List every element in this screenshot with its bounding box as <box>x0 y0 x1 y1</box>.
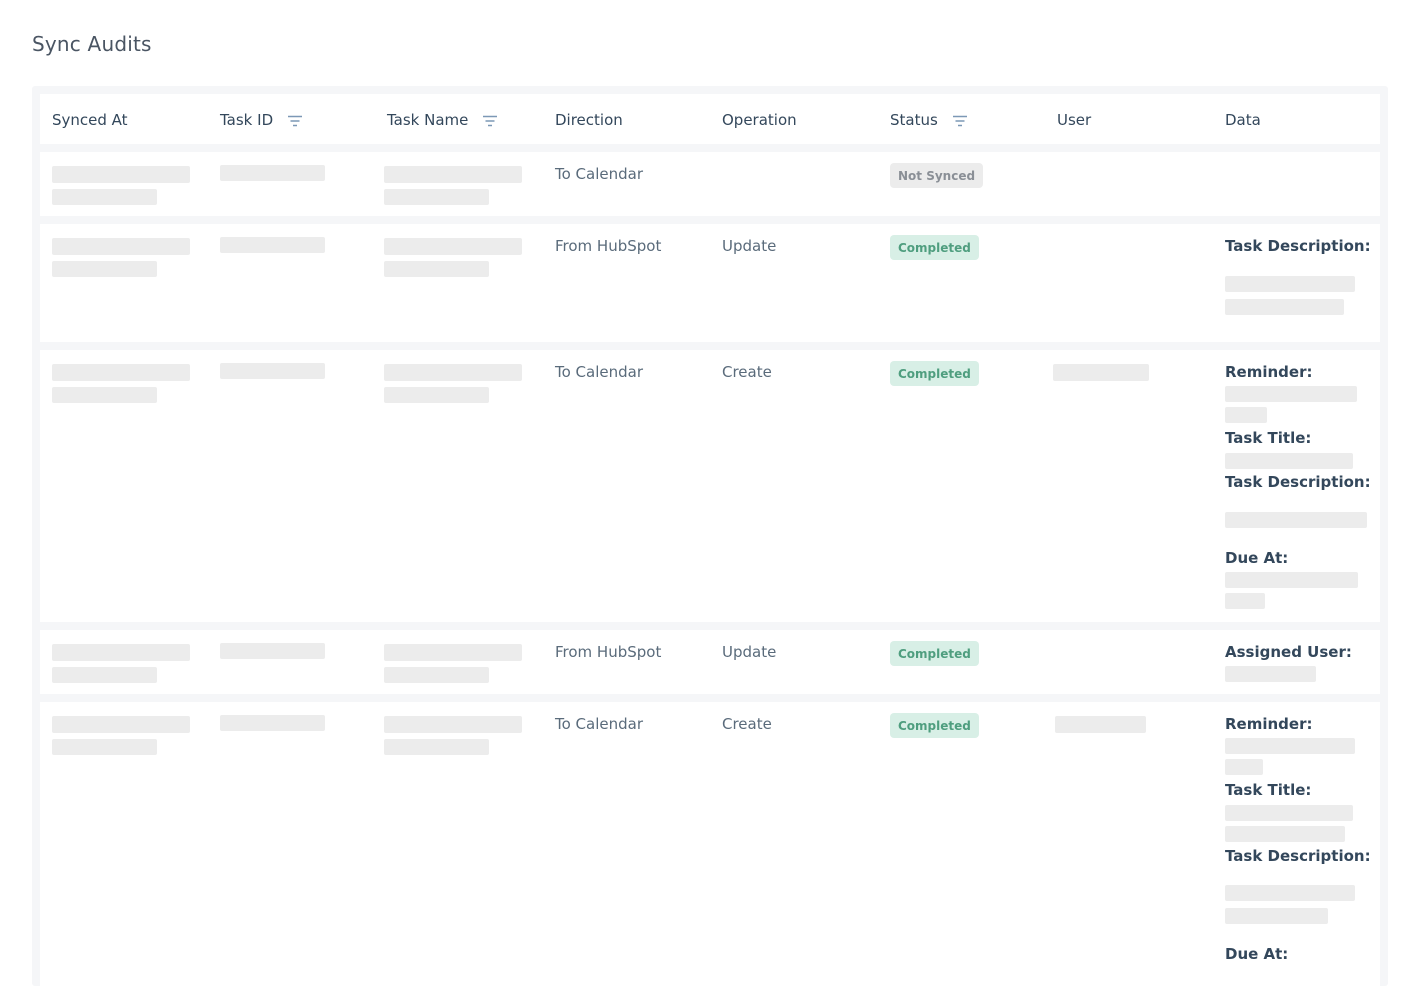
status-badge: Completed <box>890 361 979 386</box>
data-value-placeholder <box>1225 407 1267 423</box>
data-value-placeholder <box>1225 386 1357 402</box>
data-value-placeholder <box>1225 453 1353 469</box>
synced-at-placeholder <box>52 644 190 661</box>
header-synced-at[interactable]: Synced At <box>52 111 128 129</box>
filter-icon[interactable] <box>483 115 498 127</box>
task-name-placeholder <box>384 644 522 661</box>
task-id-placeholder <box>220 237 325 253</box>
data-label-reminder: Reminder: <box>1225 363 1313 381</box>
data-value-placeholder <box>1225 512 1367 528</box>
data-label-task-title: Task Title: <box>1225 781 1312 799</box>
data-label-task-description: Task Description: <box>1225 237 1371 255</box>
task-name-placeholder <box>384 739 489 755</box>
table-row[interactable]: To Calendar Create Completed Reminder: T… <box>40 702 1380 1002</box>
synced-at-placeholder <box>52 667 157 683</box>
data-value-placeholder <box>1225 572 1358 588</box>
task-name-placeholder <box>384 364 522 381</box>
header-operation[interactable]: Operation <box>722 111 797 129</box>
status-badge: Completed <box>890 235 979 260</box>
operation-cell: Update <box>722 643 777 661</box>
data-value-placeholder <box>1225 276 1355 292</box>
operation-cell: Create <box>722 715 772 733</box>
synced-at-placeholder <box>52 166 190 183</box>
direction-cell: To Calendar <box>555 363 644 381</box>
task-name-placeholder <box>384 238 522 255</box>
synced-at-placeholder <box>52 261 157 277</box>
header-direction[interactable]: Direction <box>555 111 623 129</box>
operation-cell: Create <box>722 363 772 381</box>
direction-cell: To Calendar <box>555 715 644 733</box>
synced-at-placeholder <box>52 189 157 205</box>
synced-at-placeholder <box>52 364 190 381</box>
direction-cell: To Calendar <box>555 165 644 183</box>
table-row[interactable]: From HubSpot Update Completed Assigned U… <box>40 630 1380 694</box>
synced-at-placeholder <box>52 739 157 755</box>
table-row[interactable]: To Calendar Create Completed Reminder: T… <box>40 350 1380 622</box>
filter-icon[interactable] <box>952 115 967 127</box>
data-value-placeholder <box>1225 885 1355 901</box>
header-status-label: Status <box>890 111 938 129</box>
data-value-placeholder <box>1225 759 1263 775</box>
user-placeholder <box>1055 716 1146 733</box>
task-id-placeholder <box>220 363 325 379</box>
data-value-placeholder <box>1225 738 1355 754</box>
task-name-placeholder <box>384 166 522 183</box>
task-id-placeholder <box>220 715 325 731</box>
data-label-due-at: Due At: <box>1225 945 1289 963</box>
table-row[interactable]: To Calendar Not Synced <box>40 152 1380 216</box>
task-name-placeholder <box>384 189 489 205</box>
synced-at-placeholder <box>52 387 157 403</box>
data-label-reminder: Reminder: <box>1225 715 1313 733</box>
synced-at-placeholder <box>52 238 190 255</box>
page-title: Sync Audits <box>32 32 152 56</box>
user-placeholder <box>1053 364 1149 381</box>
task-id-placeholder <box>220 643 325 659</box>
sync-audits-table: Synced At Task ID Task Name Direction Op… <box>32 86 1388 1002</box>
data-value-placeholder <box>1225 666 1316 682</box>
data-label-task-description: Task Description: <box>1225 473 1371 491</box>
data-value-placeholder <box>1225 593 1265 609</box>
data-label-task-title: Task Title: <box>1225 429 1312 447</box>
status-badge: Completed <box>890 641 979 666</box>
header-task-id[interactable]: Task ID <box>220 111 302 129</box>
operation-cell: Update <box>722 237 777 255</box>
data-label-assigned-user: Assigned User: <box>1225 643 1352 661</box>
status-badge: Not Synced <box>890 163 984 188</box>
header-task-id-label: Task ID <box>220 111 274 129</box>
data-label-due-at: Due At: <box>1225 549 1289 567</box>
synced-at-placeholder <box>52 716 190 733</box>
data-value-placeholder <box>1225 826 1345 842</box>
task-name-placeholder <box>384 667 489 683</box>
direction-cell: From HubSpot <box>555 643 662 661</box>
header-task-name-label: Task Name <box>387 111 469 129</box>
data-value-placeholder <box>1225 908 1328 924</box>
filter-icon[interactable] <box>287 115 302 127</box>
header-status[interactable]: Status <box>890 111 967 129</box>
task-name-placeholder <box>384 387 489 403</box>
data-value-placeholder <box>1225 299 1344 315</box>
direction-cell: From HubSpot <box>555 237 662 255</box>
task-id-placeholder <box>220 165 325 181</box>
task-name-placeholder <box>384 261 489 277</box>
task-name-placeholder <box>384 716 522 733</box>
header-task-name[interactable]: Task Name <box>387 111 498 129</box>
header-user[interactable]: User <box>1057 111 1091 129</box>
data-label-task-description: Task Description: <box>1225 847 1371 865</box>
header-data[interactable]: Data <box>1225 111 1261 129</box>
table-row[interactable]: From HubSpot Update Completed Task Descr… <box>40 224 1380 342</box>
data-value-placeholder <box>1225 805 1353 821</box>
table-header-row: Synced At Task ID Task Name Direction Op… <box>40 94 1380 144</box>
status-badge: Completed <box>890 713 979 738</box>
